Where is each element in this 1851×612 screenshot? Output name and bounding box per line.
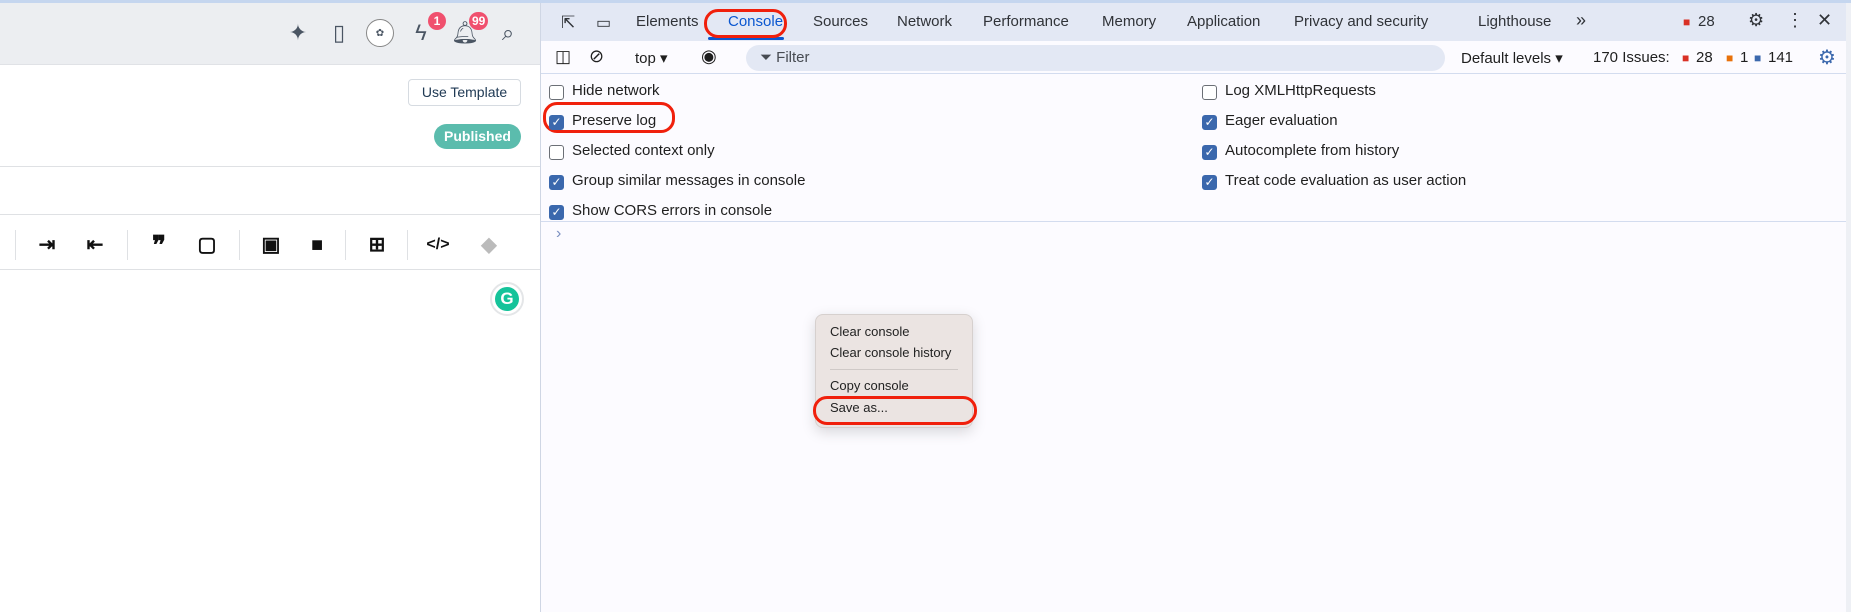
video-icon[interactable]: ■ bbox=[304, 232, 330, 258]
notification-badge: 99 bbox=[469, 12, 489, 30]
checkbox[interactable] bbox=[549, 145, 564, 160]
more-tabs-button[interactable]: » bbox=[1576, 10, 1586, 31]
tab-elements[interactable]: Elements bbox=[636, 13, 699, 30]
menu-item-clear-console-history[interactable]: Clear console history bbox=[830, 345, 951, 360]
clear-console-icon[interactable]: ⊘ bbox=[589, 46, 604, 67]
toolbar-separator bbox=[239, 230, 240, 260]
scrollbar[interactable] bbox=[1846, 3, 1851, 612]
issues-error-count[interactable]: 28 bbox=[1696, 49, 1713, 66]
sidebar-toggle-icon[interactable]: ◫ bbox=[555, 47, 571, 67]
checkbox[interactable] bbox=[549, 85, 564, 100]
eraser-icon[interactable]: ◆ bbox=[476, 232, 502, 258]
more-options-icon[interactable]: ⋮ bbox=[1786, 10, 1804, 31]
use-template-button[interactable]: Use Template bbox=[408, 79, 521, 106]
highlight-ring-save-as bbox=[813, 396, 977, 425]
checkbox[interactable]: ✓ bbox=[1202, 115, 1217, 130]
highlight-ring-console bbox=[704, 9, 787, 38]
issues-label[interactable]: 170 Issues: bbox=[1593, 49, 1670, 66]
outdent-icon[interactable]: ⇤ bbox=[82, 232, 108, 258]
settings-gear-icon[interactable]: ⚙ bbox=[1748, 10, 1764, 31]
device-toolbar-icon[interactable]: ▭ bbox=[596, 13, 611, 33]
inspect-element-icon[interactable]: ⇱ bbox=[561, 13, 575, 33]
web-page: ✦ ▯ ✿ ϟ 1 🔔︎ 99 ⌕ Use Template Published… bbox=[0, 3, 540, 612]
setting-label[interactable]: Eager evaluation bbox=[1225, 112, 1338, 129]
console-toolbar: ◫ ⊘ top ▾ ◉ ⏷ Filter Default levels ▾ 17… bbox=[541, 41, 1851, 74]
setting-label[interactable]: Log XMLHttpRequests bbox=[1225, 82, 1376, 99]
toolbar-separator bbox=[127, 230, 128, 260]
checkbox[interactable]: ✓ bbox=[1202, 145, 1217, 160]
issues-info-count[interactable]: 141 bbox=[1768, 49, 1793, 66]
close-devtools-icon[interactable]: ✕ bbox=[1817, 10, 1832, 31]
toolbar-separator bbox=[407, 230, 408, 260]
status-badge: Published bbox=[434, 124, 521, 149]
error-count[interactable]: 28 bbox=[1698, 13, 1715, 30]
log-levels-dropdown[interactable]: Default levels ▾ bbox=[1461, 49, 1563, 67]
filter-input[interactable]: ⏷ Filter bbox=[746, 45, 1445, 71]
checkbox[interactable]: ✓ bbox=[549, 175, 564, 190]
tab-sources[interactable]: Sources bbox=[813, 13, 868, 30]
table-icon[interactable]: ⊞ bbox=[364, 232, 390, 258]
code-icon[interactable]: </> bbox=[425, 232, 451, 258]
console-prompt[interactable]: › bbox=[556, 225, 561, 243]
divider bbox=[0, 214, 540, 215]
image-icon[interactable]: ▣ bbox=[258, 232, 284, 258]
console-settings-gear-icon[interactable]: ⚙ bbox=[1818, 45, 1836, 70]
avatar[interactable]: ✿ bbox=[366, 19, 394, 47]
issues-info-icon: ■ bbox=[1754, 51, 1762, 65]
setting-label[interactable]: Group similar messages in console bbox=[572, 172, 805, 189]
chat-badge: 1 bbox=[428, 12, 446, 30]
issues-warning-count[interactable]: 1 bbox=[1740, 49, 1748, 66]
divider bbox=[541, 221, 1851, 222]
document-icon[interactable]: ▯ bbox=[325, 19, 353, 47]
filter-placeholder: Filter bbox=[776, 49, 810, 66]
issues-error-icon: ■ bbox=[1682, 51, 1690, 65]
toolbar-separator bbox=[345, 230, 346, 260]
checkbox[interactable]: ✓ bbox=[549, 205, 564, 220]
quote-icon[interactable]: ❞ bbox=[146, 232, 172, 258]
filter-icon: ⏷ bbox=[760, 49, 777, 66]
toolbar-separator bbox=[15, 230, 16, 260]
setting-label[interactable]: Show CORS errors in console bbox=[572, 202, 772, 219]
app-header: ✦ ▯ ✿ ϟ 1 🔔︎ 99 ⌕ bbox=[0, 3, 540, 65]
checkbox[interactable]: ✓ bbox=[1202, 175, 1217, 190]
menu-item-copy-console[interactable]: Copy console bbox=[830, 378, 909, 393]
grammarly-button[interactable]: G bbox=[490, 282, 524, 316]
devtools-panel: ⇱ ▭ Elements Console Sources Network Per… bbox=[540, 3, 1851, 612]
divider bbox=[0, 269, 540, 270]
menu-separator bbox=[830, 369, 958, 370]
grammarly-logo: G bbox=[495, 287, 519, 311]
tab-memory[interactable]: Memory bbox=[1102, 13, 1156, 30]
tab-privacy-security[interactable]: Privacy and security bbox=[1294, 13, 1428, 30]
tab-network[interactable]: Network bbox=[897, 13, 952, 30]
tab-lighthouse[interactable]: Lighthouse bbox=[1478, 13, 1551, 30]
error-flag-icon: ■ bbox=[1683, 15, 1691, 29]
checkbox[interactable] bbox=[1202, 85, 1217, 100]
menu-item-clear-console[interactable]: Clear console bbox=[830, 324, 910, 339]
tab-performance[interactable]: Performance bbox=[983, 13, 1069, 30]
setting-label[interactable]: Selected context only bbox=[572, 142, 715, 159]
live-expression-eye-icon[interactable]: ◉ bbox=[701, 46, 717, 67]
tab-application[interactable]: Application bbox=[1187, 13, 1260, 30]
checkbox[interactable]: ✓ bbox=[549, 115, 564, 130]
context-selector[interactable]: top ▾ bbox=[635, 49, 668, 67]
note-icon[interactable]: ▢ bbox=[194, 232, 220, 258]
setting-label[interactable]: Treat code evaluation as user action bbox=[1225, 172, 1466, 189]
setting-label[interactable]: Preserve log bbox=[572, 112, 656, 129]
divider bbox=[0, 166, 540, 167]
setting-label[interactable]: Hide network bbox=[572, 82, 660, 99]
setting-label[interactable]: Autocomplete from history bbox=[1225, 142, 1399, 159]
search-icon[interactable]: ⌕ bbox=[494, 19, 522, 47]
sparkle-icon[interactable]: ✦ bbox=[284, 19, 312, 47]
issues-warning-icon: ■ bbox=[1726, 51, 1734, 65]
indent-icon[interactable]: ⇥ bbox=[34, 232, 60, 258]
